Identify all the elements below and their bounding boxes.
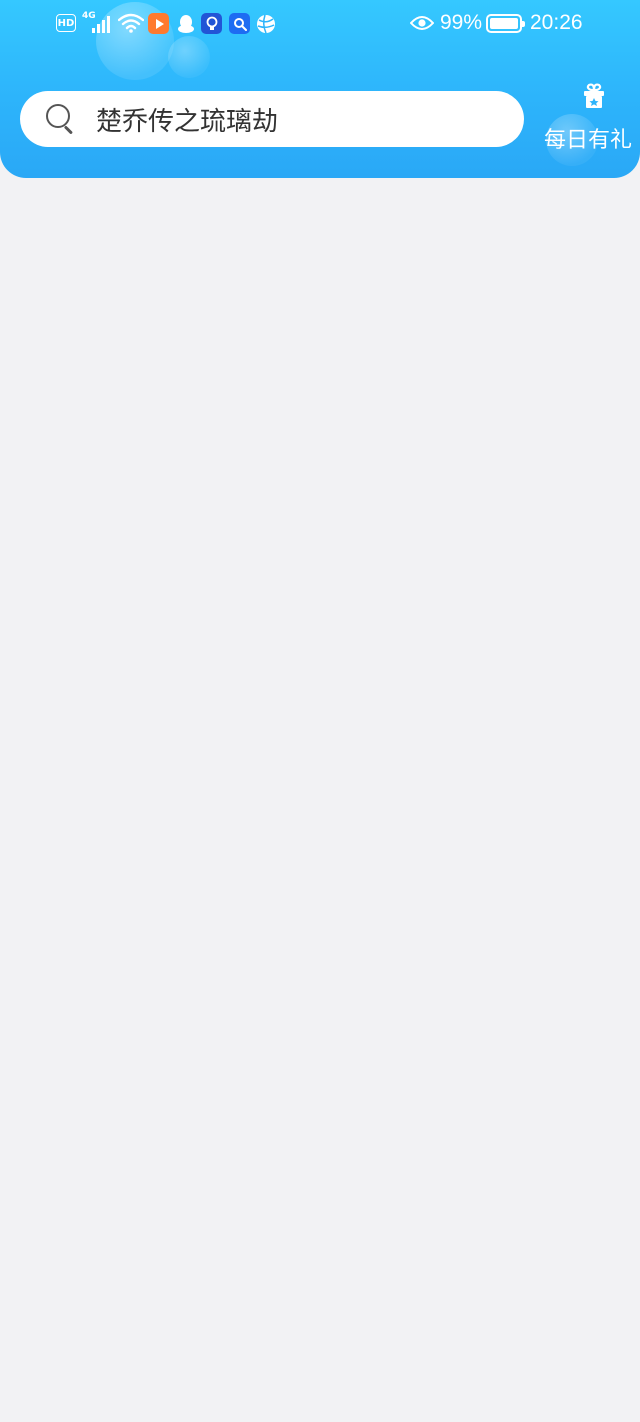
- status-bar: HD 4G 99% 20:26: [0, 0, 640, 48]
- hd-badge: HD: [56, 14, 76, 32]
- search-bar[interactable]: 楚乔传之琉璃劫: [20, 91, 524, 147]
- search-suggestion-text: 楚乔传之琉璃劫: [96, 106, 279, 137]
- daily-gift-label: 每日有礼: [544, 128, 633, 153]
- status-clock: 20:26: [530, 11, 583, 34]
- cell-signal-icon: 4G: [82, 11, 116, 34]
- app-header: HD 4G 99% 20:26 楚乔传之琉璃劫 每日有礼: [0, 0, 640, 178]
- search-icon: [46, 104, 76, 135]
- gift-icon: [584, 83, 604, 108]
- daily-gift-button[interactable]: 每日有礼: [540, 82, 640, 154]
- video-app-icon: [148, 13, 169, 34]
- lightbulb-app-icon: [201, 13, 222, 34]
- qq-penguin-icon: [175, 13, 196, 34]
- battery-icon: [486, 14, 525, 33]
- eye-care-icon: [410, 12, 436, 34]
- wifi-icon: [118, 12, 146, 34]
- search-app-icon: [229, 13, 250, 34]
- battery-percentage: 99%: [440, 11, 483, 34]
- ball-app-icon: [255, 13, 276, 34]
